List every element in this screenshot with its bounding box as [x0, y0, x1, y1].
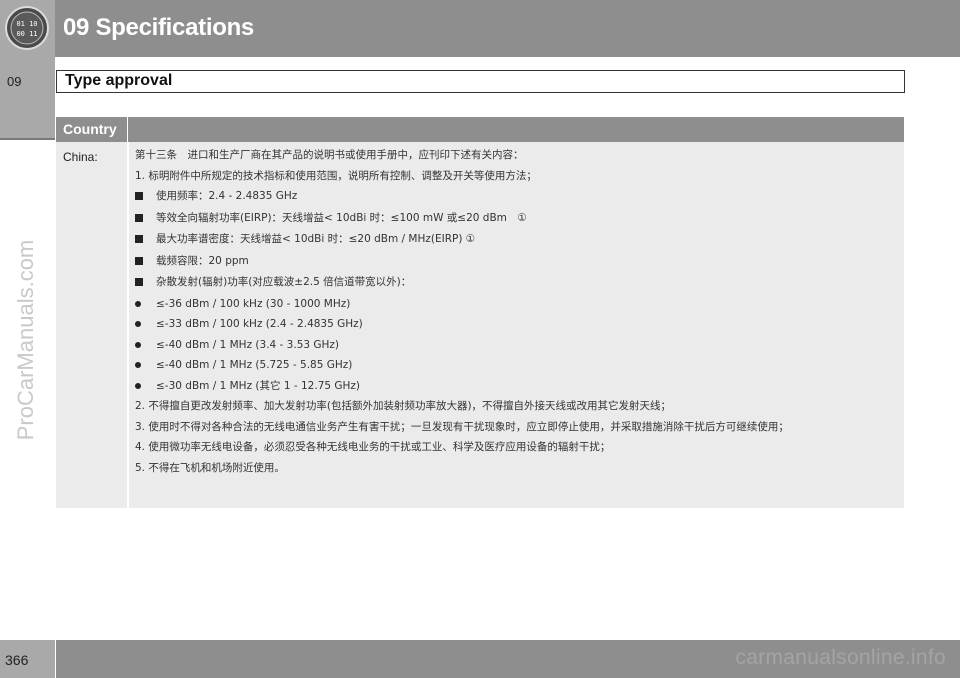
table-header-divider: [127, 117, 128, 142]
section-title: Type approval: [65, 72, 173, 89]
round-bullet-icon: [135, 317, 156, 332]
list-item-text: ≤-40 dBm / 1 MHz (3.4 - 3.53 GHz): [156, 338, 340, 351]
section-header: Type approval: [56, 70, 905, 93]
list-item-text: 载频容限：20 ppm: [156, 254, 249, 267]
table-row: China: 第十三条 进口和生产厂商在其产品的说明书或使用手册中，应刊印下述有…: [56, 142, 904, 508]
square-bullet-icon: [135, 211, 156, 227]
country-cell: China:: [63, 150, 98, 164]
list-item: 载频容限：20 ppm: [135, 254, 895, 270]
list-item: 第十三条 进口和生产厂商在其产品的说明书或使用手册中，应刊印下述有关内容：: [135, 148, 895, 163]
list-item-text: ≤-33 dBm / 100 kHz (2.4 - 2.4835 GHz): [156, 318, 363, 330]
list-item-text: ≤-30 dBm / 1 MHz (其它 1 - 12.75 GHz): [156, 379, 361, 392]
list-item: 1. 标明附件中所规定的技术指标和使用范围，说明所有控制、调整及开关等使用方法；: [135, 169, 895, 184]
list-item: 4. 使用微功率无线电设备，必须忍受各种无线电业务的干扰或工业、科学及医疗应用设…: [135, 440, 895, 455]
list-item: ≤-33 dBm / 100 kHz (2.4 - 2.4835 GHz): [135, 317, 895, 332]
round-bullet-icon: [135, 379, 156, 394]
list-item: ≤-30 dBm / 1 MHz (其它 1 - 12.75 GHz): [135, 379, 895, 394]
round-bullet-icon: [135, 297, 156, 312]
list-item-text: 使用频率：2.4 - 2.4835 GHz: [156, 190, 298, 202]
square-bullet-icon: [135, 232, 156, 248]
list-item-text: 等效全向辐射功率(EIRP)：天线增益< 10dBi 时：≤100 mW 或≤2…: [156, 211, 527, 224]
list-item: 5. 不得在飞机和机场附近使用。: [135, 461, 895, 476]
list-item: 使用频率：2.4 - 2.4835 GHz: [135, 189, 895, 205]
square-bullet-icon: [135, 275, 156, 291]
list-item: 3. 使用时不得对各种合法的无线电通信业务产生有害干扰；一旦发现有干扰现象时，应…: [135, 420, 895, 435]
page-number: 366: [5, 652, 29, 668]
clock-icon-text-bottom: 00 11: [16, 30, 37, 38]
list-item-text: 2. 不得擅自更改发射频率、加大发射功率(包括额外加装射频功率放大器)，不得擅自…: [135, 400, 672, 412]
clock-icon-text-top: 01 10: [16, 20, 37, 28]
list-item-text: ≤-36 dBm / 100 kHz (30 - 1000 MHz): [156, 297, 351, 310]
list-item: 最大功率谱密度：天线增益< 10dBi 时：≤20 dBm / MHz(EIRP…: [135, 232, 895, 248]
round-bullet-icon: [135, 358, 156, 373]
side-watermark: ProCarManuals.com: [13, 239, 38, 441]
footer-watermark: carmanualsonline.info: [735, 646, 946, 669]
list-item: ≤-40 dBm / 1 MHz (3.4 - 3.53 GHz): [135, 338, 895, 353]
chapter-number: 09: [7, 74, 22, 89]
square-bullet-icon: [135, 254, 156, 270]
list-item-text: 1. 标明附件中所规定的技术指标和使用范围，说明所有控制、调整及开关等使用方法；: [135, 169, 537, 182]
round-bullet-icon: [135, 338, 156, 353]
square-bullet-icon: [135, 189, 156, 205]
list-item: 杂散发射(辐射)功率(对应载波±2.5 倍信道带宽以外)：: [135, 275, 895, 291]
table-header: Country: [56, 117, 904, 142]
list-item-text: 第十三条 进口和生产厂商在其产品的说明书或使用手册中，应刊印下述有关内容：: [135, 149, 524, 161]
list-item: 等效全向辐射功率(EIRP)：天线增益< 10dBi 时：≤100 mW 或≤2…: [135, 211, 895, 227]
list-item-text: 4. 使用微功率无线电设备，必须忍受各种无线电业务的干扰或工业、科学及医疗应用设…: [135, 441, 611, 453]
approval-text-cell: 第十三条 进口和生产厂商在其产品的说明书或使用手册中，应刊印下述有关内容： 1. …: [135, 148, 895, 481]
list-item-text: 杂散发射(辐射)功率(对应载波±2.5 倍信道带宽以外)：: [156, 276, 412, 288]
list-item-text: 最大功率谱密度：天线增益< 10dBi 时：≤20 dBm / MHz(EIRP…: [156, 233, 476, 245]
list-item: 2. 不得擅自更改发射频率、加大发射功率(包括额外加装射频功率放大器)，不得擅自…: [135, 399, 895, 414]
list-item: ≤-36 dBm / 100 kHz (30 - 1000 MHz): [135, 297, 895, 312]
list-item-text: 5. 不得在飞机和机场附近使用。: [135, 461, 285, 474]
table-header-country: Country: [63, 121, 117, 137]
clock-dial-icon: 01 10 00 11: [5, 6, 49, 50]
list-item: ≤-40 dBm / 1 MHz (5.725 - 5.85 GHz): [135, 358, 895, 373]
list-item-text: ≤-40 dBm / 1 MHz (5.725 - 5.85 GHz): [156, 359, 353, 371]
list-item-text: 3. 使用时不得对各种合法的无线电通信业务产生有害干扰；一旦发现有干扰现象时，应…: [135, 420, 789, 433]
chapter-title: 09 Specifications: [63, 14, 254, 41]
table-column-divider: [127, 142, 129, 508]
